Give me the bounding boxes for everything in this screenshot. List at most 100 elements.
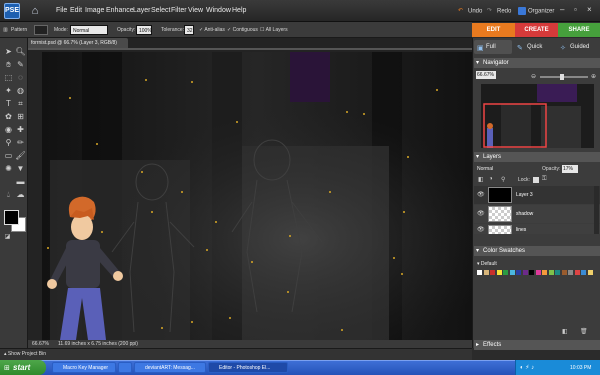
minimize-icon[interactable]: ‒ bbox=[560, 5, 564, 14]
color-swatch[interactable] bbox=[581, 270, 586, 275]
lasso-tool-icon[interactable]: ◌ bbox=[15, 72, 26, 83]
swatch-set-select[interactable]: ▾ Default bbox=[477, 260, 547, 268]
menu-layer[interactable]: Layer bbox=[133, 7, 151, 14]
default-colors-icon[interactable]: ◪ bbox=[2, 232, 13, 243]
color-swatch[interactable] bbox=[477, 270, 482, 275]
close-icon[interactable]: × bbox=[587, 5, 592, 14]
color-swatch[interactable] bbox=[561, 270, 567, 275]
sponge-tool-icon[interactable]: ☁ bbox=[15, 189, 26, 200]
zoom-slider-thumb[interactable] bbox=[560, 74, 564, 80]
layer-blend-select[interactable]: Normal bbox=[477, 165, 515, 173]
tab-create[interactable]: CREATE bbox=[515, 23, 558, 37]
straighten-tool-icon[interactable]: ⊞ bbox=[15, 111, 26, 122]
color-swatch[interactable] bbox=[542, 270, 547, 275]
paint-bucket-tool-icon[interactable]: ▼ bbox=[15, 163, 26, 174]
tab-edit[interactable]: EDIT bbox=[472, 23, 515, 37]
menu-filter[interactable]: Filter bbox=[171, 7, 187, 14]
delete-swatch-icon[interactable]: 🗑︎ bbox=[580, 328, 588, 335]
color-swatch[interactable] bbox=[587, 270, 593, 275]
smart-brush-tool-icon[interactable]: ✺ bbox=[3, 163, 14, 174]
color-swatch[interactable] bbox=[496, 270, 502, 275]
zoom-readout[interactable]: 66.67% bbox=[32, 341, 49, 347]
navigator-zoom-slider[interactable] bbox=[540, 76, 588, 78]
tab-share[interactable]: SHARE bbox=[558, 23, 600, 37]
menu-edit[interactable]: Edit bbox=[70, 7, 82, 14]
image-canvas[interactable] bbox=[42, 52, 472, 340]
layer-row[interactable]: 👁︎ shadow bbox=[474, 205, 600, 223]
redo-button[interactable]: ↷ Redo bbox=[487, 7, 511, 15]
healing-brush-tool-icon[interactable]: ✚ bbox=[15, 124, 26, 135]
type-tool-icon[interactable]: T bbox=[3, 98, 14, 109]
opacity-field[interactable]: 100% bbox=[136, 25, 152, 35]
navigator-thumbnail[interactable] bbox=[481, 84, 594, 148]
shape-tool-icon[interactable]: ▬ bbox=[15, 176, 26, 187]
color-swatch[interactable] bbox=[548, 270, 554, 275]
brush-tool-icon[interactable]: 🖌︎ bbox=[15, 150, 26, 161]
document-tab[interactable]: forrnist.psd @ 66.7% (Layer 3, RGB/8) bbox=[28, 38, 128, 48]
clock[interactable]: 10:03 PM bbox=[570, 365, 591, 371]
layer-row[interactable]: 👁︎ lines bbox=[474, 224, 600, 234]
mode-select[interactable]: Normal bbox=[70, 25, 108, 35]
antialias-checkbox[interactable]: ✓ Anti-alias bbox=[199, 27, 225, 33]
menu-window[interactable]: Window bbox=[206, 7, 231, 14]
color-swatch[interactable] bbox=[503, 270, 508, 275]
color-swatch[interactable] bbox=[509, 270, 515, 275]
marquee-tool-icon[interactable]: ⬚ bbox=[3, 72, 14, 83]
layers-scrollbar[interactable] bbox=[594, 186, 599, 234]
navigator-zoom-field[interactable]: 66.67% bbox=[476, 71, 496, 79]
undo-button[interactable]: ↶ Undo bbox=[458, 7, 482, 15]
taskbar-item-firefox[interactable] bbox=[118, 362, 132, 373]
organizer-button[interactable]: Organizer bbox=[518, 7, 554, 15]
visibility-eye-icon[interactable]: 👁︎ bbox=[477, 226, 485, 233]
link-layers-icon[interactable]: ⚲ bbox=[501, 176, 505, 183]
pattern-swatch[interactable] bbox=[34, 25, 48, 35]
menu-enhance[interactable]: Enhance bbox=[106, 7, 134, 14]
tolerance-field[interactable]: 32 bbox=[184, 25, 194, 35]
move-tool-icon[interactable]: ➤ bbox=[3, 46, 14, 57]
hand-tool-icon[interactable]: ✋︎ bbox=[3, 59, 14, 70]
gradient-tool-icon[interactable] bbox=[3, 176, 14, 187]
effects-panel-header[interactable]: Effects bbox=[474, 340, 600, 350]
home-icon[interactable]: ⌂ bbox=[28, 4, 42, 18]
navigator-panel-header[interactable]: Navigator bbox=[474, 58, 600, 68]
new-layer-icon[interactable]: ◧ bbox=[478, 176, 484, 183]
color-swatches-panel-header[interactable]: Color Swatches bbox=[474, 246, 600, 256]
color-swatch[interactable] bbox=[490, 270, 495, 275]
zoom-in-icon[interactable]: ⊕ bbox=[591, 73, 596, 80]
magic-wand-tool-icon[interactable]: ✦ bbox=[3, 85, 14, 96]
layer-row[interactable]: 👁︎ Layer 3 bbox=[474, 186, 600, 204]
menu-view[interactable]: View bbox=[188, 7, 203, 14]
crop-tool-icon[interactable]: ⌗ bbox=[15, 98, 26, 109]
menu-help[interactable]: Help bbox=[232, 7, 246, 14]
taskbar-item-macro-key-manager[interactable]: Macro Key Manager bbox=[52, 362, 116, 373]
visibility-eye-icon[interactable]: 👁︎ bbox=[477, 191, 485, 198]
lock-all-icon[interactable]: ⚿ bbox=[542, 176, 547, 183]
color-swatch[interactable] bbox=[516, 270, 521, 275]
color-swatch[interactable] bbox=[522, 270, 528, 275]
zoom-tool-icon[interactable]: 🔍︎ bbox=[15, 46, 26, 57]
tray-icons[interactable]: ◐ ⚡ ♪ bbox=[520, 364, 534, 371]
blur-tool-icon[interactable]: 💧︎ bbox=[3, 189, 14, 200]
menu-image[interactable]: Image bbox=[85, 7, 104, 14]
selection-brush-tool-icon[interactable]: ◍ bbox=[15, 85, 26, 96]
contiguous-checkbox[interactable]: ✓ Contiguous bbox=[227, 27, 258, 33]
lock-transparent-toggle[interactable] bbox=[533, 177, 539, 183]
pencil-tool-icon[interactable]: ✏︎ bbox=[15, 137, 26, 148]
menu-select[interactable]: Select bbox=[151, 7, 170, 14]
color-swatch[interactable] bbox=[574, 270, 580, 275]
eyedropper-tool-icon[interactable]: ✎ bbox=[15, 59, 26, 70]
color-swatch[interactable] bbox=[535, 270, 541, 275]
maximize-icon[interactable]: ▫ bbox=[574, 5, 577, 14]
taskbar-item-deviantart[interactable]: deviantART: Messag... bbox=[134, 362, 206, 373]
new-swatch-icon[interactable]: ◧ bbox=[562, 328, 568, 335]
color-swatch[interactable] bbox=[555, 270, 560, 275]
eraser-tool-icon[interactable]: ▭ bbox=[3, 150, 14, 161]
pattern-icon[interactable]: ▥ bbox=[3, 27, 8, 33]
alllayers-checkbox[interactable]: ☐ All Layers bbox=[260, 27, 288, 33]
color-swatch[interactable] bbox=[483, 270, 489, 275]
project-bin-toggle[interactable]: ▴ Show Project Bin bbox=[4, 351, 46, 357]
layer-opacity-field[interactable]: 17% bbox=[562, 165, 578, 173]
color-swatch[interactable] bbox=[568, 270, 573, 275]
visibility-eye-icon[interactable]: 👁︎ bbox=[477, 210, 485, 217]
taskbar-item-photoshop[interactable]: Editor - Photoshop El... bbox=[208, 362, 288, 373]
